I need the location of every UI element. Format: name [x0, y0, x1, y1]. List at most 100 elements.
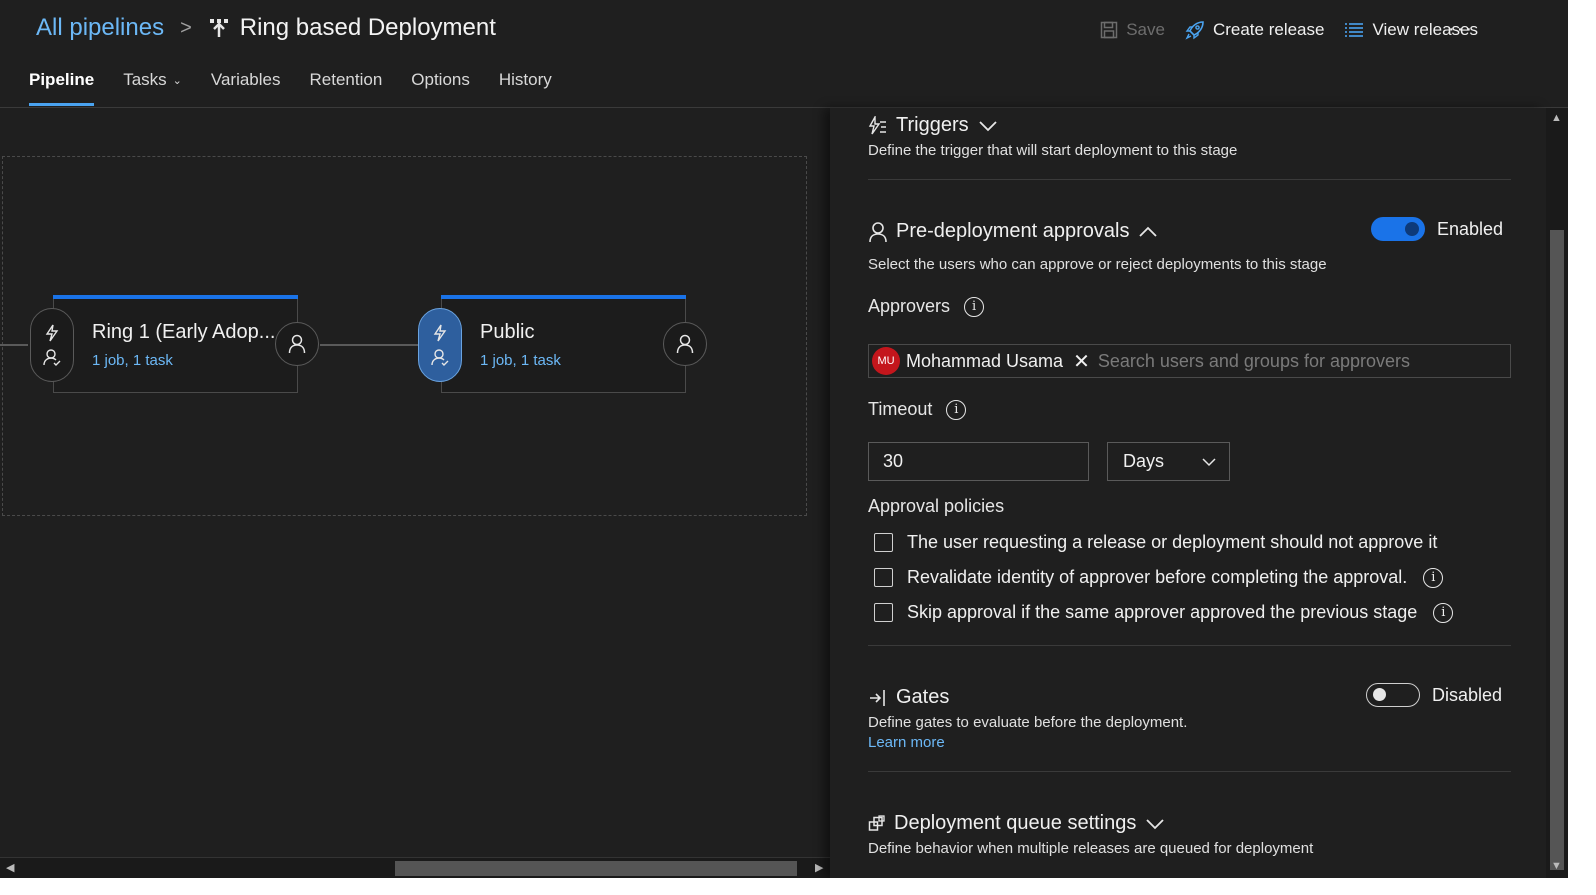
queue-settings-description: Define behavior when multiple releases a… [868, 840, 1314, 857]
scroll-left-icon[interactable]: ◀ [6, 861, 14, 874]
queue-settings-header[interactable]: Deployment queue settings [868, 812, 1174, 835]
section-divider [868, 645, 1511, 646]
approvers-label-text: Approvers [868, 296, 951, 316]
scroll-up-icon[interactable]: ▲ [1551, 112, 1562, 124]
info-icon[interactable]: i [946, 399, 967, 420]
gate-icon [870, 689, 885, 706]
tab-retention[interactable]: Retention [310, 70, 383, 106]
checkbox[interactable] [874, 533, 893, 552]
timeout-input[interactable]: 30 [868, 442, 1089, 481]
vertical-scrollbar[interactable]: ▲ ▼ [1546, 108, 1568, 878]
user-icon [676, 334, 694, 354]
approvers-label: Approvers i [868, 296, 985, 317]
gates-toggle[interactable]: Disabled [1366, 683, 1502, 707]
info-icon[interactable]: i [964, 296, 985, 317]
timeout-label-text: Timeout [868, 399, 933, 419]
stage-conditions-panel: Triggers Define the trigger that will st… [830, 108, 1546, 878]
toggle-switch[interactable] [1371, 217, 1425, 241]
queue-settings-title: Deployment queue settings [894, 812, 1137, 834]
policy-requester-cannot-approve[interactable]: The user requesting a release or deploym… [874, 532, 1437, 553]
save-button[interactable]: Save [1100, 20, 1165, 40]
policy-label: Skip approval if the same approver appro… [907, 602, 1418, 622]
rocket-icon [1185, 21, 1204, 40]
stage-status-bar [53, 295, 298, 299]
breadcrumb: All pipelines > Ring based Deployment [36, 12, 496, 44]
info-icon[interactable]: i [1433, 602, 1454, 623]
approvals-title: Pre-deployment approvals [896, 220, 1130, 242]
policy-label: The user requesting a release or deploym… [907, 532, 1438, 552]
stage-card-public[interactable]: Public 1 job, 1 task [418, 295, 707, 393]
policy-label: Revalidate identity of approver before c… [907, 567, 1408, 587]
stage-summary-link[interactable]: 1 job, 1 task [480, 352, 561, 369]
scroll-right-icon[interactable]: ▶ [815, 861, 823, 874]
toggle-label: Disabled [1432, 684, 1503, 705]
tab-label: Tasks [123, 70, 167, 89]
create-release-label: Create release [1212, 20, 1325, 39]
horizontal-scrollbar[interactable]: ◀ ▶ [0, 857, 830, 878]
page-title: Ring based Deployment [239, 14, 496, 41]
triggers-description: Define the trigger that will start deplo… [868, 142, 1238, 159]
triggers-header[interactable]: Triggers [868, 114, 1007, 137]
user-icon [869, 221, 887, 242]
policy-skip-approval[interactable]: Skip approval if the same approver appro… [874, 602, 1454, 623]
user-icon [288, 334, 306, 354]
post-deployment-conditions-button[interactable] [275, 322, 319, 366]
approver-icon [43, 349, 61, 366]
tab-pipeline[interactable]: Pipeline [29, 70, 95, 106]
all-pipelines-link[interactable]: All pipelines [36, 14, 164, 42]
queue-icon [868, 814, 885, 831]
approver-search-input[interactable] [1097, 350, 1498, 372]
breadcrumb-separator-icon: > [180, 16, 192, 39]
tab-label: Retention [309, 70, 383, 89]
pre-deployment-conditions-button[interactable] [30, 308, 74, 382]
stage-card-ring1[interactable]: Ring 1 (Early Adop... 1 job, 1 task [30, 295, 319, 393]
stage-connector [320, 344, 418, 346]
scrollbar-thumb[interactable] [395, 861, 797, 876]
tab-label: Pipeline [29, 70, 95, 89]
more-actions-button[interactable]: ··· [1448, 18, 1474, 41]
chevron-up-icon [1139, 226, 1158, 237]
toggle-switch[interactable] [1366, 683, 1420, 707]
scroll-down-icon[interactable]: ▼ [1551, 860, 1562, 872]
window-edge [0, 878, 1568, 895]
triggers-title: Triggers [896, 114, 969, 136]
remove-approver-icon[interactable]: ✕ [1073, 349, 1090, 374]
approvers-picker[interactable]: MU Mohammad Usama ✕ [868, 344, 1511, 378]
tab-bar: Pipeline Tasks ⌄ Variables Retention Opti… [29, 70, 581, 106]
approvals-header[interactable]: Pre-deployment approvals [868, 220, 1167, 243]
policy-revalidate-identity[interactable]: Revalidate identity of approver before c… [874, 567, 1444, 588]
stage-connector [0, 344, 28, 346]
tab-tasks[interactable]: Tasks ⌄ [123, 70, 182, 106]
window-edge [1568, 0, 1596, 895]
trigger-icon [45, 324, 59, 342]
stage-summary-link[interactable]: 1 job, 1 task [92, 352, 173, 369]
tab-options[interactable]: Options [411, 70, 470, 106]
timeout-unit-select[interactable]: Days [1107, 442, 1230, 481]
learn-more-link[interactable]: Learn more [868, 734, 945, 751]
stage-name: Public [480, 321, 535, 343]
checkbox[interactable] [874, 603, 893, 622]
tab-history[interactable]: History [499, 70, 552, 106]
pre-deployment-conditions-button[interactable] [418, 308, 462, 382]
post-deployment-conditions-button[interactable] [663, 322, 707, 366]
section-divider [868, 179, 1511, 180]
tab-label: Options [411, 70, 470, 89]
chevron-down-icon [1146, 818, 1165, 829]
list-icon [1345, 23, 1364, 37]
pipeline-canvas[interactable]: Ring 1 (Early Adop... 1 job, 1 task Publ… [0, 108, 830, 878]
approval-policies-label: Approval policies [868, 496, 1005, 516]
info-icon[interactable]: i [1423, 567, 1444, 588]
approver-icon [431, 349, 449, 366]
create-release-button[interactable]: Create release [1185, 20, 1325, 40]
tab-variables[interactable]: Variables [211, 70, 281, 106]
gates-title: Gates [896, 686, 950, 708]
gates-header[interactable]: Gates [868, 686, 949, 709]
approvals-toggle[interactable]: Enabled [1371, 217, 1503, 241]
approvals-description: Select the users who can approve or reje… [868, 256, 1327, 273]
stage-status-bar [441, 295, 686, 299]
checkbox[interactable] [874, 568, 893, 587]
scrollbar-thumb[interactable] [1550, 230, 1564, 870]
trigger-icon [433, 324, 447, 342]
toolbar: Save Create release View releases [1080, 16, 1478, 44]
tab-label: Variables [210, 70, 281, 89]
